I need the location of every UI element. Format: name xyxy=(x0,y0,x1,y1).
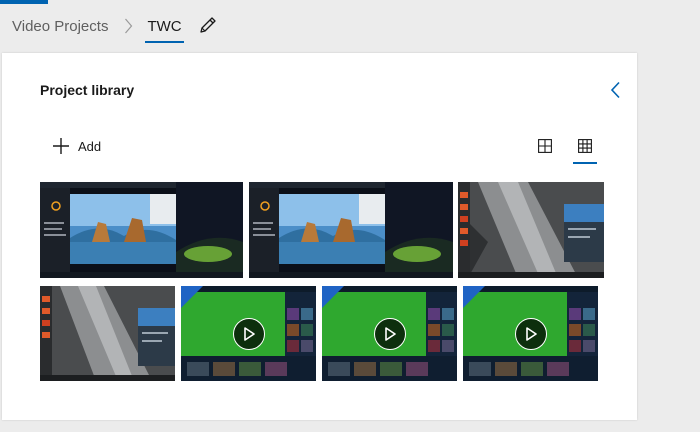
play-icon[interactable] xyxy=(515,318,547,350)
media-thumbnail-desktop-3[interactable] xyxy=(458,182,604,278)
breadcrumb-video-projects[interactable]: Video Projects xyxy=(12,18,108,35)
media-thumbnail-video-1[interactable] xyxy=(181,286,316,381)
pencil-icon xyxy=(200,17,216,33)
project-library-panel: Project library Add xyxy=(2,53,637,420)
media-thumbnail-desktop-1[interactable] xyxy=(40,182,243,278)
media-thumbnail-desktop-4[interactable] xyxy=(40,286,175,381)
breadcrumb: Video Projects TWC xyxy=(12,12,184,43)
chevron-left-icon xyxy=(610,81,620,99)
large-thumbnails-button[interactable] xyxy=(534,135,556,157)
large-grid-icon xyxy=(538,139,552,153)
small-grid-icon xyxy=(578,139,592,153)
app-accent-strip xyxy=(0,0,48,4)
small-thumbnails-button[interactable] xyxy=(573,135,597,164)
play-icon[interactable] xyxy=(233,318,265,350)
play-icon[interactable] xyxy=(374,318,406,350)
plus-icon xyxy=(53,138,69,154)
collapse-library-button[interactable] xyxy=(608,81,624,99)
rename-project-button[interactable] xyxy=(197,14,219,36)
breadcrumb-current-project[interactable]: TWC xyxy=(145,18,184,43)
media-thumbnail-desktop-2[interactable] xyxy=(249,182,453,278)
chevron-right-icon xyxy=(124,18,133,34)
media-thumbnail-video-2[interactable] xyxy=(322,286,457,381)
add-label: Add xyxy=(78,138,102,154)
media-thumbnail-video-3[interactable] xyxy=(463,286,598,381)
add-media-button[interactable]: Add xyxy=(52,137,101,155)
panel-title: Project library xyxy=(40,82,135,98)
